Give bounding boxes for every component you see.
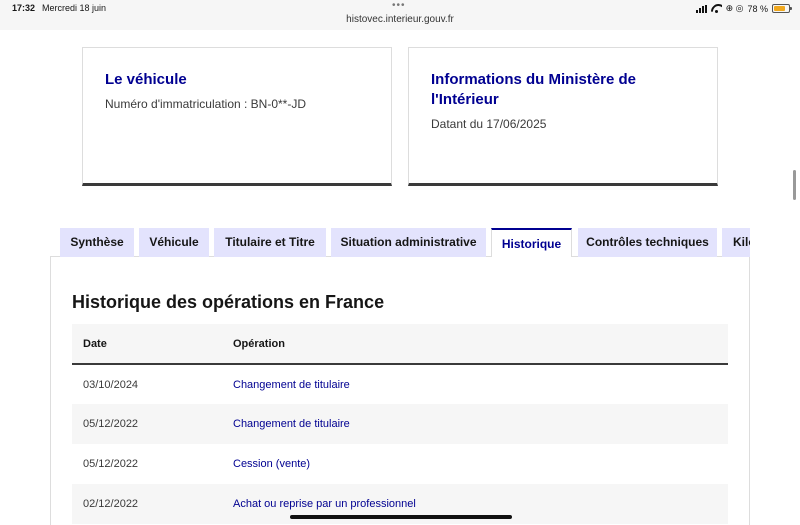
registration-number: Numéro d'immatriculation : BN-0**-JD bbox=[105, 97, 307, 111]
status-bar: 17:32 Mercredi 18 juin ••• histovec.inte… bbox=[0, 0, 800, 30]
vehicle-card-title: Le véhicule bbox=[105, 71, 187, 88]
row-date: 03/10/2024 bbox=[83, 378, 139, 391]
home-indicator[interactable] bbox=[290, 515, 512, 519]
page-scrollbar[interactable] bbox=[793, 170, 796, 200]
column-header-date: Date bbox=[72, 324, 222, 365]
history-title: Historique des opérations en France bbox=[72, 292, 385, 312]
tab-synthese[interactable]: Synthèse bbox=[60, 228, 134, 257]
tab-titulaire-titre[interactable]: Titulaire et Titre bbox=[214, 228, 326, 257]
status-time: 17:32 bbox=[12, 3, 36, 13]
tab-kilometrage[interactable]: Kilométrage bbox=[722, 228, 750, 257]
tab-vehicule[interactable]: Véhicule bbox=[139, 228, 209, 257]
table-header-row: Date Opération bbox=[72, 324, 728, 365]
table-row: 03/10/2024 Changement de titulaire bbox=[72, 364, 728, 404]
tab-situation-administrative[interactable]: Situation administrative bbox=[331, 228, 486, 257]
tab-list: Synthèse Véhicule Titulaire et Titre Sit… bbox=[60, 228, 750, 257]
wifi-icon bbox=[711, 4, 722, 13]
status-icons: ⊕ ◎ 78 % bbox=[695, 3, 792, 14]
multitask-dots-icon[interactable]: ••• bbox=[392, 0, 406, 11]
status-date: Mercredi 18 juin bbox=[42, 3, 107, 13]
signal-icon bbox=[695, 4, 707, 13]
table-row: 05/12/2022 Cession (vente) bbox=[72, 444, 728, 484]
ministry-card-title: Informations du Ministère de l'Intérieur bbox=[431, 71, 637, 108]
battery-icon bbox=[772, 4, 792, 13]
table-row: 05/12/2022 Changement de titulaire bbox=[72, 404, 728, 444]
data-date: Datant du 17/06/2025 bbox=[431, 117, 547, 131]
battery-percent: 78 % bbox=[747, 3, 768, 14]
ministry-info-card: Informations du Ministère de l'Intérieur… bbox=[408, 47, 718, 186]
address-bar[interactable]: histovec.interieur.gouv.fr bbox=[0, 14, 800, 25]
tab-controles-techniques[interactable]: Contrôles techniques bbox=[578, 228, 717, 257]
column-header-operation: Opération bbox=[222, 324, 728, 365]
history-table: Date Opération 03/10/2024 Changement de … bbox=[72, 324, 728, 524]
battery-fill bbox=[774, 6, 785, 11]
location-lock-icons: ⊕ ◎ bbox=[725, 3, 744, 13]
row-operation: Cession (vente) bbox=[233, 458, 311, 470]
row-operation: Changement de titulaire bbox=[222, 404, 728, 444]
tab-historique[interactable]: Historique bbox=[491, 228, 572, 257]
row-date: 02/12/2022 bbox=[72, 484, 222, 524]
row-date: 05/12/2022 bbox=[72, 404, 222, 444]
vehicle-card: Le véhicule Numéro d'immatriculation : B… bbox=[82, 47, 392, 186]
row-date: 05/12/2022 bbox=[83, 458, 139, 470]
row-operation: Changement de titulaire bbox=[233, 378, 350, 391]
